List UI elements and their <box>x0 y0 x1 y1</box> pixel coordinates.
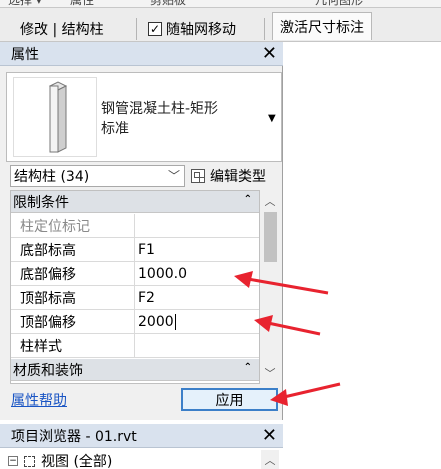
views-icon <box>24 455 35 467</box>
instance-filter-select[interactable]: 结构柱 (34) ﹀ <box>10 165 185 187</box>
apply-button[interactable]: 应用 <box>181 388 278 411</box>
move-with-grids-checkbox[interactable]: ✓ 随轴网移动 <box>148 16 236 42</box>
close-icon[interactable]: ✕ <box>262 43 277 65</box>
group-materials[interactable]: 材质和装饰 ⌃ <box>11 359 259 381</box>
edit-type-button[interactable]: 编辑类型 <box>191 165 266 187</box>
dropdown-arrow-icon[interactable]: ▼ <box>268 113 276 124</box>
property-row: 柱定位标记 <box>11 214 259 238</box>
property-row: 底部偏移 1000.0 <box>11 262 259 286</box>
move-with-grids-label: 随轴网移动 <box>166 22 236 38</box>
type-name: 钢管混凝土柱-矩形 标准 <box>101 101 219 137</box>
drawing-canvas[interactable] <box>284 42 441 469</box>
edit-type-icon <box>191 169 205 183</box>
properties-grid: 限制条件 ⌃ 柱定位标记 底部标高 F1 底部偏移 1000.0 顶部标高 F2… <box>10 190 260 384</box>
property-row: 顶部标高 F2 <box>11 286 259 310</box>
scroll-up-icon[interactable]: ︿ <box>261 193 279 209</box>
column-style-field[interactable] <box>136 334 259 357</box>
tree-node-label: 视图 (全部) <box>41 454 113 469</box>
edit-type-label: 编辑类型 <box>210 169 266 185</box>
activate-dimensions-tab[interactable]: 激活尺寸标注 <box>272 12 372 40</box>
project-browser-tree: − 视图 (全部) <box>0 448 283 469</box>
context-bar: 修改 | 结构柱 ✓ 随轴网移动 <box>0 8 441 42</box>
property-row: 柱样式 <box>11 334 259 358</box>
group-constraints[interactable]: 限制条件 ⌃ <box>11 191 259 213</box>
ribbon-select-label[interactable]: 选择 ▾ <box>8 0 42 8</box>
instance-filter-value: 结构柱 (34) <box>14 169 90 185</box>
activate-dimensions-label: 激活尺寸标注 <box>280 19 364 36</box>
properties-scrollbar[interactable]: ︿ ﹀ <box>261 190 279 384</box>
properties-title: 属性 <box>11 46 39 63</box>
ribbon-cut-strip: 选择 ▾ 属性 剪贴板 几何图形 <box>0 0 441 8</box>
property-name: 底部标高 <box>11 238 135 261</box>
divider <box>264 18 265 40</box>
collapse-icon[interactable]: ⌃ <box>244 194 252 205</box>
ribbon-clipboard-label[interactable]: 剪贴板 <box>150 0 186 8</box>
scroll-down-icon[interactable]: ﹀ <box>261 365 279 381</box>
group-label: 材质和装饰 <box>13 362 83 379</box>
type-selector[interactable]: 钢管混凝土柱-矩形 标准 ▼ <box>6 72 282 162</box>
divider <box>136 18 137 40</box>
scroll-up-icon[interactable]: ︿ <box>261 452 279 468</box>
browser-scrollbar[interactable]: ︿ <box>261 450 279 469</box>
property-name: 底部偏移 <box>11 262 135 285</box>
properties-help-link[interactable]: 属性帮助 <box>11 390 67 410</box>
group-label: 限制条件 <box>13 194 69 211</box>
property-name: 顶部标高 <box>11 286 135 309</box>
chevron-down-icon[interactable]: ﹀ <box>168 167 180 184</box>
property-row: 底部标高 F1 <box>11 238 259 262</box>
column-thumbnail <box>13 77 97 157</box>
collapse-toggle-icon[interactable]: − <box>8 456 18 466</box>
scrollbar-thumb[interactable] <box>264 212 277 262</box>
check-icon[interactable]: ✓ <box>148 22 162 36</box>
top-level-field[interactable]: F2 <box>136 286 259 309</box>
close-icon[interactable]: ✕ <box>262 425 277 447</box>
project-browser-title: 项目浏览器 - 01.rvt <box>11 428 137 445</box>
property-row: 顶部偏移 2000 <box>11 310 259 334</box>
top-offset-value: 2000 <box>138 313 174 330</box>
base-level-field[interactable]: F1 <box>136 238 259 261</box>
ribbon-properties-label[interactable]: 属性 <box>70 0 94 8</box>
properties-title-bar[interactable]: 属性 ✕ <box>0 42 283 66</box>
collapse-icon[interactable]: ⌃ <box>244 362 252 373</box>
property-name: 柱样式 <box>11 334 135 357</box>
property-value <box>136 214 259 237</box>
project-browser-title-bar[interactable]: 项目浏览器 - 01.rvt ✕ <box>0 424 283 448</box>
top-offset-input[interactable]: 2000 <box>136 310 259 333</box>
tree-node-views[interactable]: − 视图 (全部) <box>8 451 112 469</box>
modify-column-label: 修改 | 结构柱 <box>20 22 104 38</box>
property-name: 柱定位标记 <box>11 214 135 237</box>
text-cursor <box>174 313 176 330</box>
base-offset-field[interactable]: 1000.0 <box>136 262 259 285</box>
property-name: 顶部偏移 <box>11 310 135 333</box>
ribbon-geometry-label[interactable]: 几何图形 <box>315 0 363 8</box>
column-preview-icon <box>48 81 68 153</box>
